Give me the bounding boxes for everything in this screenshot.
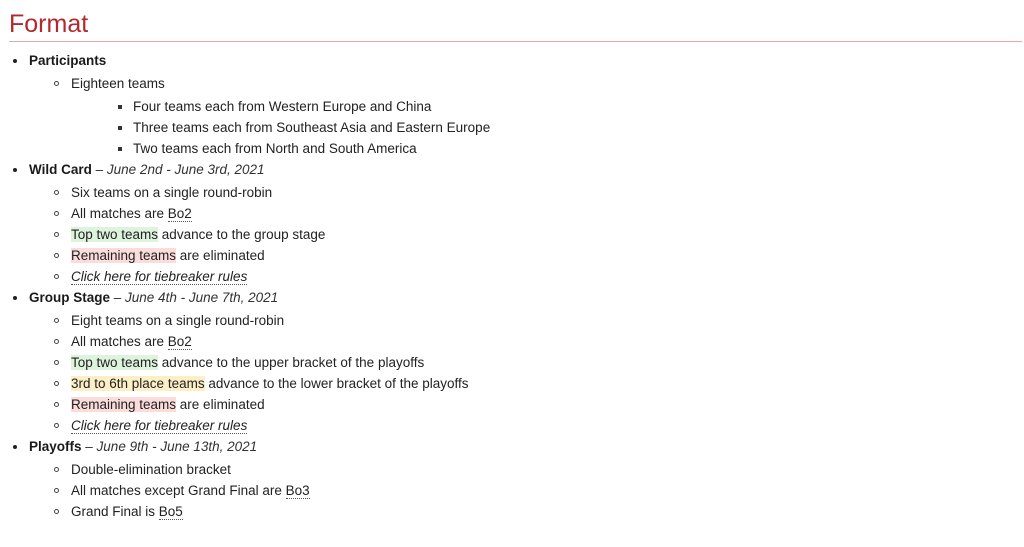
- list-item: Remaining teams are eliminated: [29, 394, 1024, 415]
- list-item: Top two teams advance to the group stage: [29, 224, 1024, 245]
- list-item: Click here for tiebreaker rules: [29, 415, 1024, 436]
- lower-bracket-text: advance to the lower bracket of the play…: [204, 376, 469, 391]
- lower-bracket-highlight: 3rd to 6th place teams: [71, 376, 205, 391]
- list-item: Grand Final is Bo5: [29, 501, 1024, 522]
- upper-bracket-text: advance to the upper bracket of the play…: [158, 355, 425, 370]
- wild-card-sublist: Six teams on a single round-robin All ma…: [29, 182, 1024, 287]
- advance-highlight: Top two teams: [71, 227, 159, 242]
- participants-summary: Eighteen teams: [71, 76, 165, 91]
- advance-text: advance to the group stage: [158, 227, 326, 242]
- eliminated-text: are eliminated: [176, 248, 265, 263]
- upper-bracket-highlight: Top two teams: [71, 355, 159, 370]
- section-title: Format: [9, 0, 1022, 42]
- wild-card-label: Wild Card: [29, 162, 92, 177]
- participants-sublist: Eighteen teams Four teams each from West…: [29, 73, 1024, 159]
- list-item: Remaining teams are eliminated: [29, 245, 1024, 266]
- participants-label: Participants: [29, 53, 107, 68]
- separator: –: [81, 439, 97, 454]
- list-item: Double-elimination bracket: [29, 459, 1024, 480]
- playoffs-label: Playoffs: [29, 439, 82, 454]
- matches-text: All matches are: [71, 334, 168, 349]
- eliminated-highlight: Remaining teams: [71, 397, 177, 412]
- list-item: Top two teams advance to the upper brack…: [29, 352, 1024, 373]
- tiebreaker-rules-link[interactable]: Click here for tiebreaker rules: [71, 418, 248, 434]
- group-stage-label: Group Stage: [29, 290, 111, 305]
- list-item: Six teams on a single round-robin: [29, 182, 1024, 203]
- best-of-abbr[interactable]: Bo2: [167, 206, 192, 222]
- playoffs-sublist: Double-elimination bracket All matches e…: [29, 459, 1024, 522]
- playoffs-item: Playoffs – June 9th - June 13th, 2021 Do…: [9, 436, 1024, 522]
- matches-text: All matches except Grand Final are: [71, 483, 286, 498]
- tiebreaker-rules-link[interactable]: Click here for tiebreaker rules: [71, 269, 248, 285]
- list-item: Click here for tiebreaker rules: [29, 266, 1024, 287]
- format-section: Format Participants Eighteen teams Four …: [0, 0, 1024, 522]
- playoffs-dates: June 9th - June 13th, 2021: [96, 439, 258, 454]
- list-item: All matches are Bo2: [29, 331, 1024, 352]
- region-item: Two teams each from North and South Amer…: [71, 138, 1024, 159]
- list-item: All matches are Bo2: [29, 203, 1024, 224]
- format-list: Participants Eighteen teams Four teams e…: [9, 50, 1024, 522]
- grand-final-text: Grand Final is: [71, 504, 159, 519]
- eliminated-text: are eliminated: [176, 397, 265, 412]
- wild-card-dates: June 2nd - June 3rd, 2021: [106, 162, 265, 177]
- matches-text: All matches are: [71, 206, 168, 221]
- group-stage-item: Group Stage – June 4th - June 7th, 2021 …: [9, 287, 1024, 436]
- eliminated-highlight: Remaining teams: [71, 248, 177, 263]
- group-stage-sublist: Eight teams on a single round-robin All …: [29, 310, 1024, 436]
- separator: –: [91, 162, 107, 177]
- list-item: All matches except Grand Final are Bo3: [29, 480, 1024, 501]
- wild-card-item: Wild Card – June 2nd - June 3rd, 2021 Si…: [9, 159, 1024, 287]
- participants-item: Participants Eighteen teams Four teams e…: [9, 50, 1024, 159]
- region-item: Three teams each from Southeast Asia and…: [71, 117, 1024, 138]
- region-item: Four teams each from Western Europe and …: [71, 96, 1024, 117]
- best-of-abbr[interactable]: Bo3: [285, 483, 310, 499]
- best-of-abbr[interactable]: Bo5: [158, 504, 183, 520]
- regions-list: Four teams each from Western Europe and …: [71, 96, 1024, 159]
- list-item: 3rd to 6th place teams advance to the lo…: [29, 373, 1024, 394]
- separator: –: [110, 290, 126, 305]
- best-of-abbr[interactable]: Bo2: [167, 334, 192, 350]
- list-item: Eighteen teams Four teams each from West…: [29, 73, 1024, 159]
- list-item: Eight teams on a single round-robin: [29, 310, 1024, 331]
- group-stage-dates: June 4th - June 7th, 2021: [125, 290, 279, 305]
